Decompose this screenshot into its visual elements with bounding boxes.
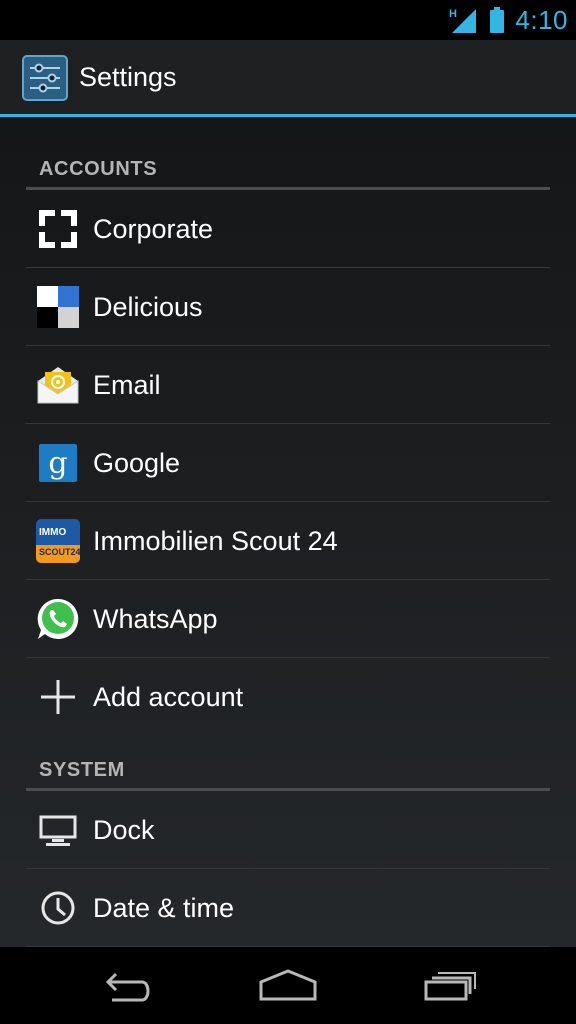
account-item-delicious[interactable]: Delicious (26, 268, 550, 346)
page-title: Settings (79, 62, 177, 92)
navigation-bar (0, 947, 576, 1024)
account-label: WhatsApp (93, 604, 218, 634)
clock-icon (41, 891, 75, 925)
android-screen: H 4:10 Settings ACCOUNTS Corporate Delic… (0, 0, 576, 1024)
recents-icon (424, 971, 476, 1000)
section-label: ACCOUNTS (39, 158, 158, 180)
account-item-immobilien-scout-24[interactable]: IMMO SCOUT24 Immobilien Scout 24 (26, 502, 550, 580)
immoscout-icon: IMMO SCOUT24 (36, 519, 80, 563)
section-label: SYSTEM (39, 759, 125, 781)
system-label: Dock (93, 815, 155, 845)
back-icon (105, 972, 150, 1001)
corporate-icon (39, 210, 77, 248)
status-bar: H 4:10 (0, 0, 576, 40)
plus-icon (41, 680, 75, 714)
section-header-accounts: ACCOUNTS (26, 117, 550, 190)
account-item-google[interactable]: g Google (26, 424, 550, 502)
account-label: Google (93, 448, 181, 478)
system-item-date-time[interactable]: Date & time (26, 869, 550, 947)
account-label: Delicious (93, 292, 203, 322)
account-item-email[interactable]: Email (26, 346, 550, 424)
google-icon: g (39, 444, 77, 482)
svg-text:SCOUT24: SCOUT24 (39, 547, 80, 557)
home-icon (259, 968, 317, 1000)
action-bar: Settings (0, 40, 576, 114)
account-item-whatsapp[interactable]: WhatsApp (26, 580, 550, 658)
account-label: Corporate (93, 214, 214, 244)
account-item-corporate[interactable]: Corporate (26, 190, 550, 268)
delicious-icon (37, 286, 79, 328)
settings-list[interactable]: ACCOUNTS Corporate Delicious Email g Goo… (0, 117, 576, 947)
status-indicators: H 4:10 (449, 0, 568, 40)
battery-icon (490, 7, 505, 33)
system-label: Date & time (93, 893, 235, 923)
status-clock: 4:10 (515, 4, 568, 35)
svg-text:IMMO: IMMO (39, 527, 66, 538)
email-icon (37, 367, 79, 404)
home-button[interactable] (228, 947, 348, 1024)
dock-monitor-icon (39, 815, 77, 846)
svg-text:g: g (48, 446, 67, 481)
account-label: Immobilien Scout 24 (93, 526, 338, 556)
svg-text:H: H (449, 8, 457, 20)
signal-icon: H (449, 8, 477, 33)
settings-sliders-icon[interactable] (22, 55, 68, 101)
system-item-dock[interactable]: Dock (26, 791, 550, 869)
recents-button[interactable] (390, 947, 510, 1024)
account-label: Email (93, 370, 161, 400)
section-header-system: SYSTEM (26, 718, 550, 791)
back-button[interactable] (68, 947, 188, 1024)
whatsapp-icon (37, 598, 79, 639)
